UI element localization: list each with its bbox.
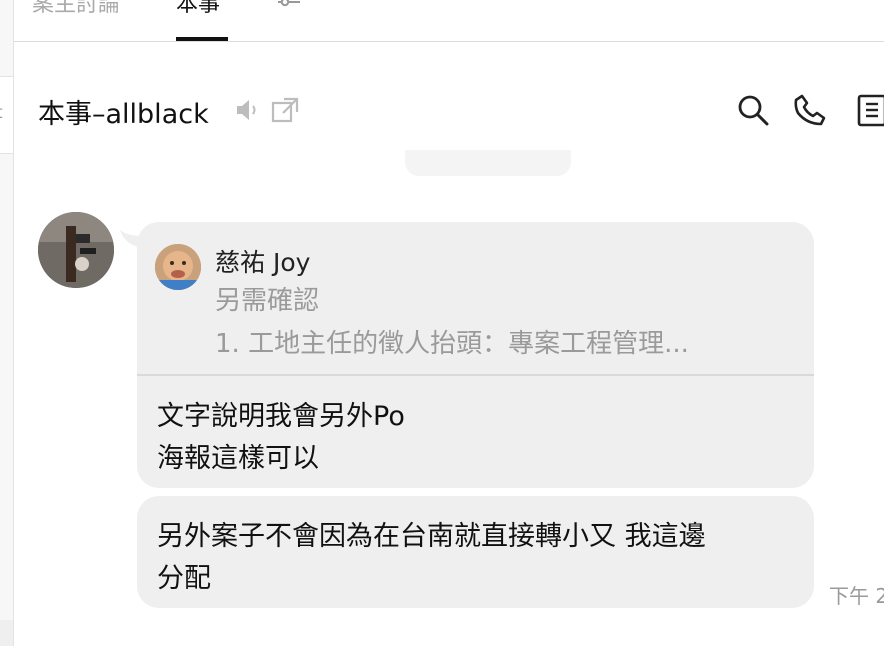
active-tab-indicator (176, 37, 228, 41)
side-panel-footer (0, 620, 13, 646)
popout-icon[interactable] (270, 96, 300, 124)
tab-client-discussion[interactable]: 案主討論 (32, 0, 120, 18)
message-text-line: 文字說明我會另外Po (157, 401, 405, 432)
side-panel-edge: t (0, 0, 14, 646)
tab-bar: 案主討論 本事 (14, 0, 884, 42)
message-bubble[interactable]: 另外案子不會因為在台南就直接轉小又 我這邊 分配 (137, 496, 814, 608)
filter-icon[interactable] (276, 0, 302, 8)
message-text-line: 分配 (157, 563, 211, 594)
sender-avatar[interactable] (38, 212, 114, 288)
message-bubble[interactable]: 慈祐 Joy 另需確認 1. 工地主任的徵人抬頭：專案工程管理... 文字說明我… (137, 222, 814, 488)
side-panel-item-text: t (0, 103, 3, 123)
chat-title: 本事–allblack (38, 99, 209, 130)
search-icon[interactable] (736, 93, 770, 127)
phone-icon[interactable] (793, 93, 827, 127)
notes-icon[interactable] (855, 93, 884, 127)
side-panel-list-item[interactable]: t (0, 76, 13, 154)
date-divider-pill (405, 150, 571, 176)
reply-avatar (155, 244, 201, 290)
mute-icon[interactable] (234, 97, 260, 123)
quoted-reply[interactable]: 慈祐 Joy 另需確認 1. 工地主任的徵人抬頭：專案工程管理... (137, 222, 814, 376)
tab-benshi[interactable]: 本事 (176, 0, 220, 18)
message-text-line: 海報這樣可以 (157, 443, 319, 474)
reply-text-line: 另需確認 (215, 286, 320, 316)
reply-text-line: 1. 工地主任的徵人抬頭：專案工程管理... (215, 329, 689, 359)
message-timestamp: 下午 2 (829, 584, 884, 608)
message-text-line: 另外案子不會因為在台南就直接轉小又 我這邊 (157, 521, 706, 552)
reply-avatar-image (155, 244, 201, 290)
reply-sender-name: 慈祐 Joy (215, 248, 311, 277)
avatar-image (38, 212, 114, 288)
chat-header: 本事–allblack (14, 42, 884, 152)
